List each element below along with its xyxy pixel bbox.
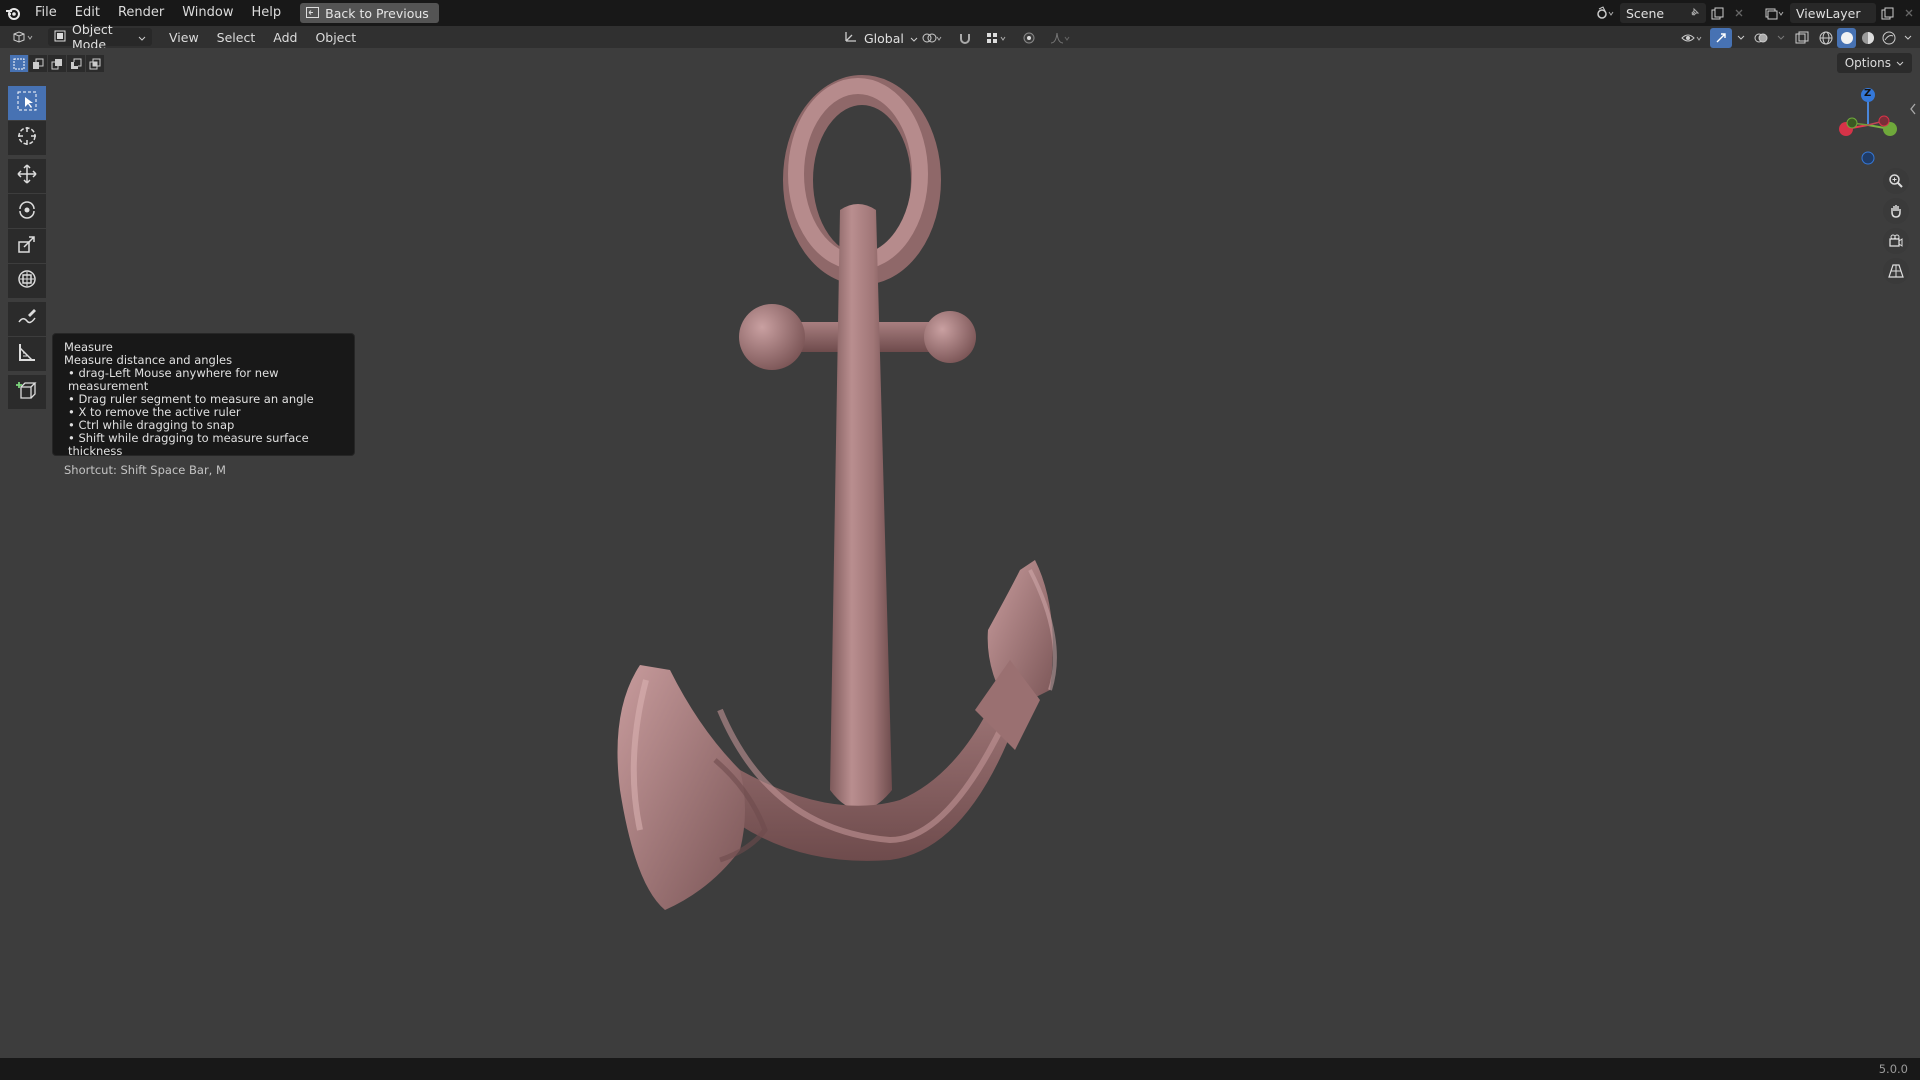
select-extend-icon[interactable] <box>29 55 47 72</box>
version-label: 5.0.0 <box>1878 1062 1908 1076</box>
header-right-tools <box>1678 28 1916 48</box>
options-label: Options <box>1844 56 1891 70</box>
rotate-icon <box>16 198 38 224</box>
tool-annotate[interactable] <box>8 302 46 336</box>
mode-dropdown[interactable]: Object Mode <box>48 22 152 52</box>
cursor-icon <box>16 125 38 151</box>
transform-orientation-label: Global <box>864 30 904 46</box>
new-view-layer-icon[interactable] <box>1876 3 1898 23</box>
back-to-previous-button[interactable]: Back to Previous <box>300 3 439 23</box>
status-bar: 5.0.0 <box>0 1058 1920 1080</box>
chevron-down-icon <box>138 30 146 45</box>
top-bar: File Edit Render Window Help Back to Pre… <box>0 0 1920 26</box>
move-icon <box>16 163 38 189</box>
visibility-eye-icon[interactable] <box>1678 28 1708 48</box>
tooltip-bullet: • Shift while dragging to measure surfac… <box>68 431 309 458</box>
falloff-icon[interactable] <box>1046 28 1076 48</box>
header-menu-view[interactable]: View <box>160 30 208 45</box>
annotate-pencil-icon <box>16 306 38 332</box>
pan-hand-icon[interactable] <box>1883 198 1909 224</box>
proportional-editing-icon[interactable] <box>1018 28 1040 48</box>
anchor-3d-object[interactable] <box>590 70 1070 960</box>
xray-toggle-icon[interactable] <box>1790 28 1814 48</box>
transform-icon <box>16 268 38 294</box>
shading-wireframe-icon[interactable] <box>1816 28 1835 48</box>
transform-orientation-dropdown[interactable]: Global <box>838 29 918 47</box>
header-menu-object[interactable]: Object <box>306 30 365 45</box>
selection-mode-buttons <box>10 55 104 72</box>
screen-icon <box>306 6 320 21</box>
tool-select-box[interactable] <box>8 86 46 120</box>
tool-shelf <box>8 86 48 410</box>
tool-cursor[interactable] <box>8 121 46 155</box>
pin-icon[interactable] <box>1689 6 1700 21</box>
delete-view-layer-icon[interactable] <box>1898 3 1920 23</box>
chevron-down-icon <box>910 31 918 46</box>
tool-rotate[interactable] <box>8 194 46 228</box>
view-layer-field[interactable]: ViewLayer <box>1790 3 1876 23</box>
measure-ruler-icon <box>16 341 38 367</box>
menu-window[interactable]: Window <box>173 0 242 26</box>
blender-logo-icon[interactable] <box>0 0 26 26</box>
select-invert-icon[interactable] <box>67 55 85 72</box>
select-new-icon[interactable] <box>10 55 28 72</box>
gizmo-toggle-icon[interactable] <box>1710 28 1732 48</box>
options-dropdown[interactable]: Options <box>1836 53 1912 73</box>
scene-selector-icon[interactable] <box>1590 3 1620 23</box>
overlays-icon[interactable] <box>1750 28 1772 48</box>
topbar-right: Scene ViewLayer <box>1590 0 1920 26</box>
object-mode-icon <box>54 30 66 45</box>
select-intersect-icon[interactable] <box>86 55 104 72</box>
delete-scene-icon[interactable] <box>1728 3 1750 23</box>
tool-transform[interactable] <box>8 264 46 298</box>
tool-move[interactable] <box>8 159 46 193</box>
perspective-grid-icon[interactable] <box>1883 258 1909 284</box>
menu-file[interactable]: File <box>26 0 66 26</box>
gizmo-z-label: Z <box>1864 88 1872 99</box>
chevron-down-icon[interactable] <box>1734 28 1748 48</box>
chevron-down-icon <box>1896 56 1904 70</box>
header-menu-add[interactable]: Add <box>264 30 306 45</box>
new-scene-icon[interactable] <box>1706 3 1728 23</box>
header-center-tools: Global <box>838 28 1076 48</box>
measure-tooltip: Measure Measure distance and angles • dr… <box>52 333 355 477</box>
pivot-point-icon[interactable] <box>918 28 948 48</box>
scene-name-field[interactable]: Scene <box>1620 3 1706 23</box>
shading-material-icon[interactable] <box>1858 28 1877 48</box>
chevron-down-icon[interactable] <box>1900 28 1916 48</box>
chevron-down-icon[interactable] <box>1774 28 1788 48</box>
orientation-icon <box>844 30 858 46</box>
tool-add-cube[interactable] <box>8 375 46 409</box>
tool-measure[interactable] <box>8 337 46 371</box>
snap-magnet-icon[interactable] <box>954 28 976 48</box>
scale-icon <box>16 233 38 259</box>
editor-type-icon[interactable] <box>6 27 42 47</box>
shading-rendered-icon[interactable] <box>1879 28 1898 48</box>
snap-target-icon[interactable] <box>982 28 1012 48</box>
scene-name: Scene <box>1626 5 1665 21</box>
shading-solid-icon[interactable] <box>1837 28 1856 48</box>
view-layer-name: ViewLayer <box>1796 5 1861 21</box>
tool-scale[interactable] <box>8 229 46 263</box>
menu-help[interactable]: Help <box>243 0 291 26</box>
navigation-gizmo[interactable]: Z <box>1830 85 1910 165</box>
add-cube-icon <box>16 379 38 405</box>
view-layer-selector-icon[interactable] <box>1760 3 1790 23</box>
header-menu-select[interactable]: Select <box>208 30 265 45</box>
tooltip-bullet: • drag-Left Mouse anywhere for new measu… <box>68 366 279 393</box>
viewport-header: Object Mode View Select Add Object Globa… <box>0 22 1920 52</box>
navigation-buttons <box>1883 168 1909 288</box>
tooltip-shortcut: Shortcut: Shift Space Bar, M <box>64 463 226 477</box>
zoom-magnifier-icon[interactable] <box>1883 168 1909 194</box>
back-to-previous-label: Back to Previous <box>325 5 429 21</box>
camera-view-icon[interactable] <box>1883 228 1909 254</box>
select-subtract-icon[interactable] <box>48 55 66 72</box>
select-box-icon <box>16 90 38 116</box>
